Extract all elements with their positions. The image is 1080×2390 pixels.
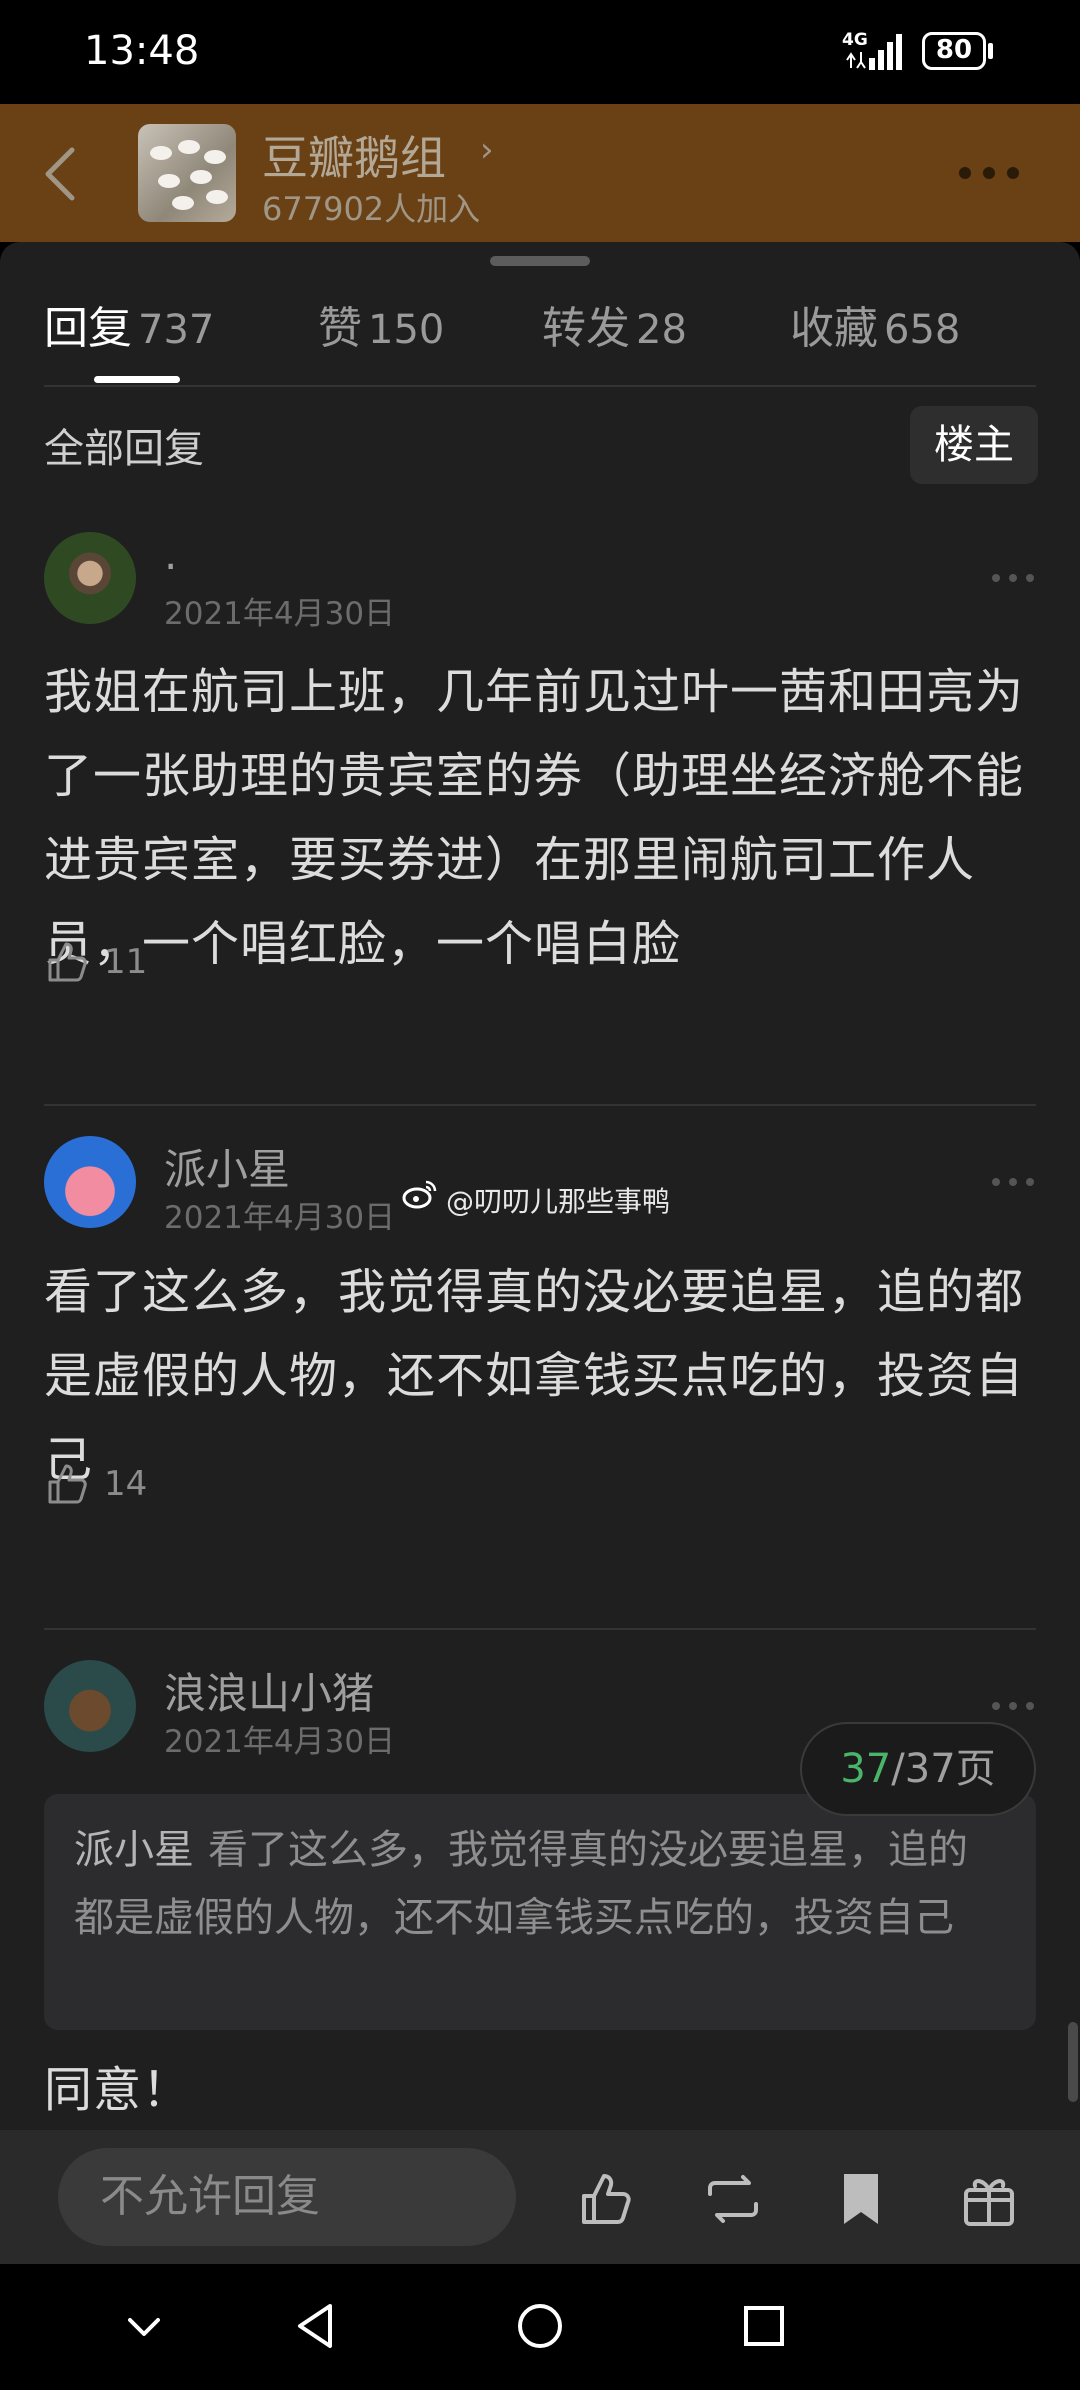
divider [44, 1628, 1036, 1630]
group-member-count: 677902人加入 [262, 190, 481, 228]
status-time: 13:48 [84, 28, 200, 74]
back-arrow-icon[interactable] [36, 144, 86, 204]
signal-icon [846, 34, 902, 70]
tab-label: 赞 [318, 303, 362, 354]
group-avatar[interactable] [138, 124, 236, 222]
tab-favorites[interactable]: 收藏 658 [790, 292, 960, 356]
tab-reposts[interactable]: 转发 28 [542, 292, 687, 356]
commenter-name[interactable]: 派小星 [164, 1136, 290, 1197]
more-dots-icon[interactable] [990, 572, 1036, 584]
like-count: 11 [104, 942, 148, 982]
comments-sheet: 回复 737 赞 150 转发 28 收藏 658 全部回复 楼主 · 2021年4月3… [0, 242, 1080, 2132]
comment-text: 我姐在航司上班，几年前见过叶一茜和田亮为了一张助理的贵宾室的券（助理坐经济舱不能… [44, 664, 1025, 972]
watermark-text: @叨叨儿那些事鸭 [446, 1185, 671, 1218]
weibo-icon [402, 1180, 437, 1209]
comment-text: 同意！ [44, 2062, 192, 2118]
gift-icon[interactable] [958, 2168, 1020, 2230]
avatar[interactable] [44, 1660, 136, 1752]
more-dots-icon[interactable] [990, 1700, 1036, 1712]
bookmark-icon[interactable] [830, 2168, 892, 2230]
bottom-action-bar: 不允许回复 [0, 2130, 1080, 2264]
quoted-author: 派小星 [74, 1827, 194, 1873]
commenter-name[interactable]: · [164, 542, 177, 591]
tab-label: 回复 [44, 303, 132, 354]
tab-count: 658 [884, 307, 961, 353]
tab-count: 737 [138, 307, 215, 353]
tab-bar: 回复 737 赞 150 转发 28 收藏 658 [0, 292, 1080, 382]
tab-label: 转发 [542, 303, 630, 354]
page-total: /37页 [891, 1746, 996, 1792]
quoted-reply[interactable]: 派小星 看了这么多，我觉得真的没必要追星，追的都是虚假的人物，还不如拿钱买点吃的，… [44, 1794, 1036, 2030]
quoted-text: 看了这么多，我觉得真的没必要追星，追的都是虚假的人物，还不如拿钱买点吃的，投资自… [74, 1827, 968, 1941]
avatar[interactable] [44, 532, 136, 624]
page-current: 37 [840, 1746, 892, 1792]
thumb-up-icon[interactable] [44, 1460, 92, 1508]
tab-count: 28 [636, 307, 687, 353]
group-name[interactable]: 豆瓣鹅组 [262, 122, 446, 188]
like-count: 14 [104, 1464, 148, 1504]
tab-active-indicator [94, 376, 180, 383]
system-nav-bar [0, 2264, 1080, 2390]
more-dots-icon[interactable] [990, 1176, 1036, 1188]
back-triangle-icon[interactable] [286, 2296, 346, 2356]
comment-date: 2021年4月30日 [164, 1724, 396, 1760]
battery-tip [988, 43, 993, 59]
comment-date: 2021年4月30日 [164, 1200, 396, 1236]
reply-input[interactable]: 不允许回复 [58, 2148, 516, 2246]
repost-icon[interactable] [702, 2168, 764, 2230]
comment-date: 2021年4月30日 [164, 596, 396, 632]
thumb-up-icon[interactable] [576, 2168, 638, 2230]
op-only-button[interactable]: 楼主 [910, 406, 1038, 484]
divider [44, 1104, 1036, 1106]
scrollbar-thumb[interactable] [1068, 2022, 1078, 2102]
all-replies-label: 全部回复 [44, 426, 204, 472]
divider [44, 385, 1036, 387]
more-dots-icon[interactable] [954, 160, 1024, 186]
avatar[interactable] [44, 1136, 136, 1228]
tab-replies[interactable]: 回复 737 [44, 292, 214, 356]
chevron-down-icon[interactable] [114, 2296, 174, 2356]
thumb-up-icon[interactable] [44, 938, 92, 986]
commenter-name[interactable]: 浪浪山小猪 [164, 1660, 374, 1721]
home-circle-icon[interactable] [510, 2296, 570, 2356]
page-indicator[interactable]: 37/37页 [800, 1722, 1036, 1816]
tab-likes[interactable]: 赞 150 [318, 292, 444, 356]
tab-count: 150 [368, 307, 445, 353]
tab-label: 收藏 [790, 303, 878, 354]
comment-text: 看了这么多，我觉得真的没必要追星，追的都是虚假的人物，还不如拿钱买点吃的，投资自… [44, 1264, 1025, 1488]
group-header: 豆瓣鹅组 › 677902人加入 [0, 104, 1080, 242]
battery-indicator: 80 [922, 32, 986, 70]
recents-square-icon[interactable] [734, 2296, 794, 2356]
sheet-drag-handle[interactable] [490, 256, 590, 266]
status-bar: 13:48 4G 80 [0, 0, 1080, 104]
chevron-right-icon[interactable]: › [480, 130, 494, 170]
